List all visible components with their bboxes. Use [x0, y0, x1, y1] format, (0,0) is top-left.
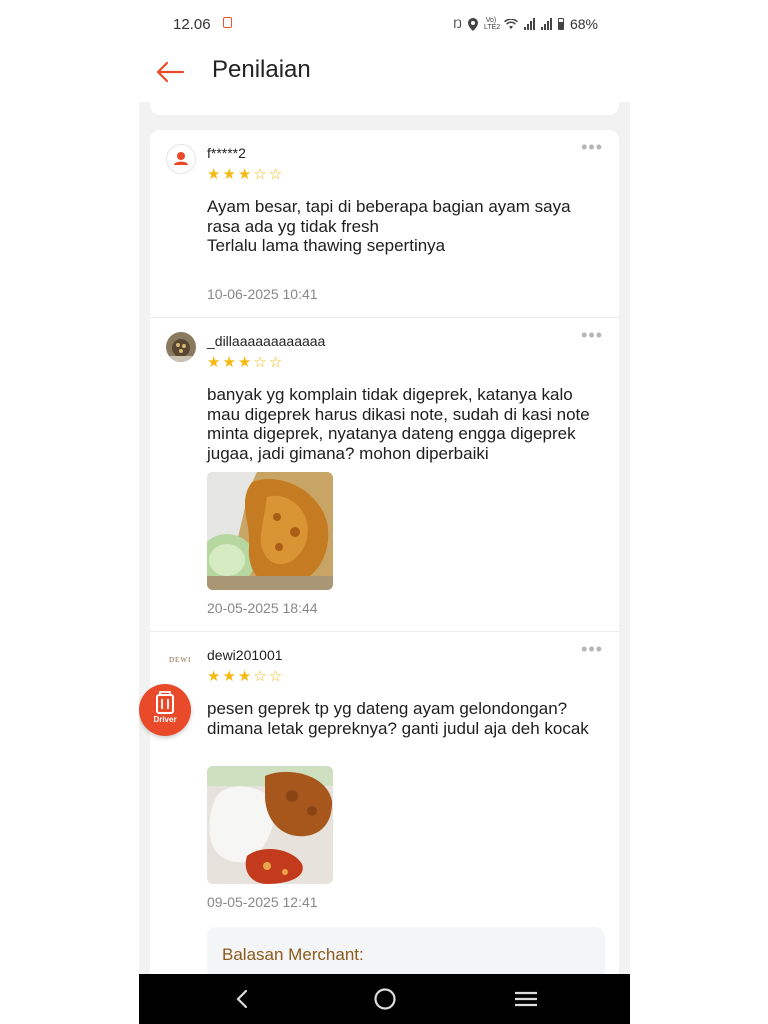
nav-recents-button[interactable] — [496, 974, 556, 1024]
review-username: _dillaaaaaaaaaaaa — [207, 333, 326, 349]
food-bag-icon — [156, 691, 174, 714]
home-circle-icon — [374, 988, 396, 1010]
review-text: Ayam besar, tapi di beberapa bagian ayam… — [207, 197, 571, 255]
star-filled-icon: ★ — [237, 166, 252, 183]
more-options-icon[interactable]: ••• — [581, 640, 603, 658]
more-options-icon[interactable]: ••• — [581, 138, 603, 156]
battery-icon — [557, 18, 564, 30]
food-photo — [207, 766, 333, 884]
star-empty-icon: ☆ — [253, 354, 267, 371]
star-filled-icon: ★ — [207, 166, 221, 183]
star-filled-icon: ★ — [222, 668, 236, 685]
star-filled-icon: ★ — [237, 354, 252, 371]
avatar-photo — [166, 332, 196, 362]
review-username: dewi201001 — [207, 647, 283, 663]
battery-percent: 68% — [569, 16, 598, 32]
app-header: Penilaian — [139, 46, 630, 102]
star-empty-icon: ☆ — [253, 166, 267, 183]
star-rating: ★ ★ ★ ☆ ☆ — [207, 355, 282, 370]
status-icons: Ŋ Vo) LTE2 68% — [453, 16, 598, 32]
reviews-list: f*****2 ★ ★ ★ ☆ ☆ ••• Ayam besar, tapi d… — [150, 130, 619, 1024]
review-date: 20-05-2025 18:44 — [207, 600, 318, 616]
status-time: 12.06 — [173, 16, 211, 33]
star-filled-icon: ★ — [237, 668, 252, 685]
wifi-icon — [504, 18, 518, 29]
review-date: 10-06-2025 10:41 — [207, 286, 318, 302]
avatar[interactable] — [166, 144, 196, 174]
review-item: f*****2 ★ ★ ★ ☆ ☆ ••• Ayam besar, tapi d… — [150, 130, 619, 318]
more-options-icon[interactable]: ••• — [581, 326, 603, 344]
review-date: 09-05-2025 12:41 — [207, 894, 318, 910]
nav-back-button[interactable] — [212, 974, 272, 1024]
food-photo — [207, 472, 333, 590]
star-empty-icon: ☆ — [253, 668, 267, 685]
volte-icon: Vo) LTE2 — [483, 17, 501, 31]
status-bar: 12.06 Ŋ Vo) LTE2 68% — [139, 0, 630, 46]
review-text: banyak yg komplain tidak digeprek, katan… — [207, 385, 590, 463]
driver-button[interactable]: Driver — [139, 684, 191, 736]
location-icon — [467, 17, 478, 31]
nav-home-button[interactable] — [355, 974, 415, 1024]
previous-card-edge — [150, 102, 619, 115]
star-empty-icon: ☆ — [268, 166, 283, 183]
nfc-icon: Ŋ — [453, 17, 462, 31]
signal-icon — [540, 18, 552, 30]
back-button[interactable] — [153, 54, 189, 90]
avatar[interactable]: DEWI — [166, 646, 196, 676]
star-empty-icon: ☆ — [268, 354, 283, 371]
avatar-logo-text: DEWI — [169, 656, 192, 664]
star-filled-icon: ★ — [207, 668, 221, 685]
star-empty-icon: ☆ — [268, 668, 283, 685]
review-item: _dillaaaaaaaaaaaa ★ ★ ★ ☆ ☆ ••• banyak y… — [150, 318, 619, 632]
star-filled-icon: ★ — [207, 354, 221, 371]
phone-screen: 12.06 Ŋ Vo) LTE2 68% Penilaian f*****2 ★… — [139, 0, 630, 1024]
user-icon — [174, 152, 188, 165]
notification-icon — [223, 17, 232, 28]
review-item: DEWI dewi201001 ★ ★ ★ ☆ ☆ ••• pesen gepr… — [150, 632, 619, 1024]
review-photo[interactable] — [207, 472, 333, 590]
merchant-reply-label: Balasan Merchant: — [222, 945, 364, 964]
review-photo[interactable] — [207, 766, 333, 884]
page-title: Penilaian — [212, 56, 311, 83]
chevron-left-icon — [236, 989, 248, 1009]
avatar[interactable] — [166, 332, 196, 362]
driver-button-label: Driver — [153, 715, 177, 724]
arrow-left-icon — [156, 61, 185, 83]
star-filled-icon: ★ — [222, 354, 236, 371]
review-text: pesen geprek tp yg dateng ayam gelondong… — [207, 699, 589, 738]
system-nav-bar — [139, 974, 630, 1024]
star-rating: ★ ★ ★ ☆ ☆ — [207, 669, 282, 684]
star-rating: ★ ★ ★ ☆ ☆ — [207, 167, 282, 182]
signal-icon — [523, 18, 535, 30]
menu-lines-icon — [515, 991, 537, 1007]
review-username: f*****2 — [207, 145, 246, 161]
star-filled-icon: ★ — [222, 166, 236, 183]
